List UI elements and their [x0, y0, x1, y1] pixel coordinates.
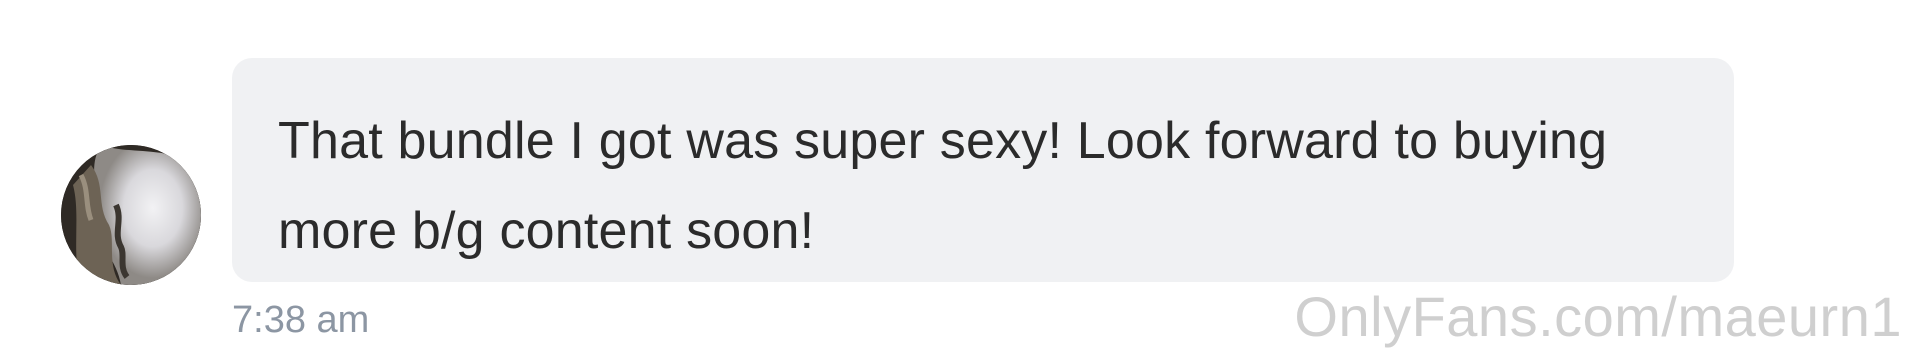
user-avatar[interactable] — [61, 145, 201, 285]
message-timestamp: 7:38 am — [232, 299, 370, 341]
message-bubble[interactable]: That bundle I got was super sexy! Look f… — [232, 58, 1734, 282]
chat-message-row: That bundle I got was super sexy! Look f… — [0, 0, 1920, 357]
avatar-photo-icon — [61, 145, 201, 285]
message-text: That bundle I got was super sexy! Look f… — [278, 112, 1608, 260]
watermark-text: OnlyFans.com/maeurn1 — [1294, 285, 1902, 348]
